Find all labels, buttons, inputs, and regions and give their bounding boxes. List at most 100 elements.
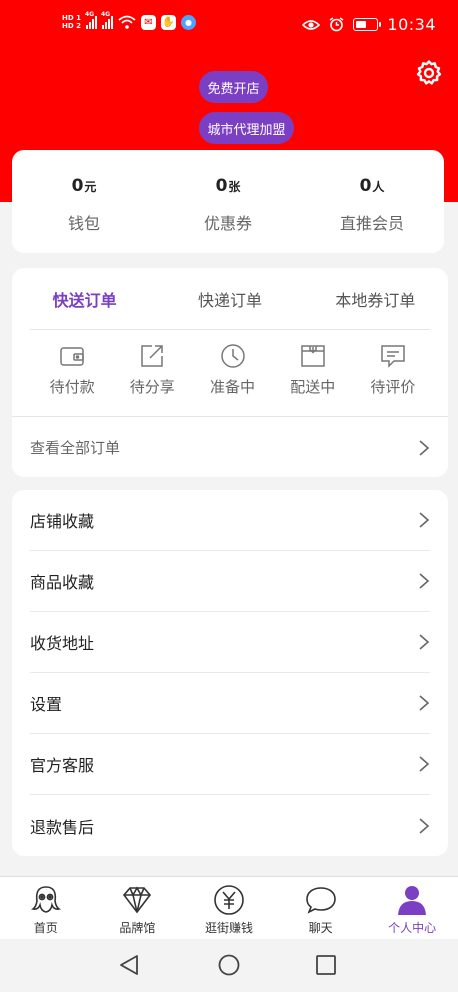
menu-item-label: 退款售后: [30, 817, 95, 837]
status-left: HD 1 HD 2 4G 4G ✉ ✋ ●: [62, 11, 196, 30]
tab-personal-center[interactable]: 个人中心: [366, 877, 458, 939]
hd1-label: HD 1: [62, 14, 81, 22]
status-label: 待评价: [370, 378, 416, 396]
tab-label: 个人中心: [388, 921, 437, 935]
tab-label: 聊天: [308, 921, 333, 935]
tab-courier-orders[interactable]: 快递订单: [157, 287, 302, 311]
chevron-right-icon: [419, 817, 430, 834]
clock-time: 10:34: [387, 15, 436, 34]
menu-card: 店铺收藏 商品收藏 收货地址 设置 官方客服 退款售后: [12, 490, 448, 856]
share-icon: [141, 345, 164, 367]
chevron-right-icon: [419, 756, 430, 772]
chevron-right-icon: [419, 634, 430, 650]
wifi-icon: [118, 15, 136, 29]
octopus-icon: [30, 886, 61, 913]
menu-item-shop-favorites[interactable]: 店铺收藏: [30, 490, 430, 551]
user-icon: [398, 886, 427, 915]
menu-item-label: 官方客服: [30, 756, 95, 775]
members-value: 0: [359, 176, 372, 196]
back-icon[interactable]: [117, 953, 141, 977]
eye-icon: [302, 19, 321, 30]
recents-icon[interactable]: [314, 953, 338, 977]
battery-icon: [353, 18, 382, 31]
alarm-icon: [329, 17, 344, 32]
status-label: 待付款: [49, 378, 95, 396]
status-pending-payment[interactable]: 待付款: [32, 342, 112, 397]
coupon-label: 优惠券: [203, 214, 252, 233]
status-label: 准备中: [210, 378, 256, 396]
menu-item-shipping-address[interactable]: 收货地址: [30, 612, 430, 673]
view-all-orders-label: 查看全部订单: [30, 439, 121, 457]
system-nav-bar: [0, 939, 458, 992]
tab-chat[interactable]: 聊天: [275, 877, 367, 939]
4g-label-2: 4G: [100, 11, 111, 18]
tab-shop-earn[interactable]: 逛街赚钱: [183, 877, 275, 939]
tab-label: 首页: [33, 921, 58, 935]
signal-icon-2: 4G: [101, 11, 113, 29]
browser-icon: ●: [180, 14, 196, 30]
city-agent-button[interactable]: 城市代理加盟: [199, 112, 294, 144]
members-label: 直推会员: [339, 214, 404, 233]
stats-card: 0元 钱包 0张 优惠券 0人 直推会员: [12, 150, 444, 253]
wallet-unit: 元: [84, 180, 97, 194]
status-pending-review[interactable]: 待评价: [353, 342, 433, 397]
status-label: 配送中: [290, 378, 336, 396]
status-right: 10:34: [302, 15, 436, 34]
coupon-stat[interactable]: 0张 优惠券: [156, 150, 300, 253]
menu-item-refund-after-sales[interactable]: 退款售后: [30, 795, 430, 856]
orders-card: 快送订单 快递订单 本地券订单 待付款 待分享 准备中 配送中 待评价 查看全部…: [12, 268, 448, 477]
coupon-unit: 张: [228, 180, 241, 194]
hd-indicator: HD 1 HD 2: [62, 14, 81, 30]
members-unit: 人: [372, 180, 385, 194]
menu-item-label: 商品收藏: [30, 573, 95, 592]
wallet-value: 0: [71, 176, 84, 196]
open-shop-button[interactable]: 免费开店: [199, 71, 268, 103]
gear-icon[interactable]: [415, 59, 443, 87]
tab-label: 逛街赚钱: [204, 921, 253, 935]
menu-item-product-favorites[interactable]: 商品收藏: [30, 551, 430, 612]
wallet-stat[interactable]: 0元 钱包: [12, 150, 156, 253]
home-icon[interactable]: [217, 953, 241, 977]
status-bar: HD 1 HD 2 4G 4G ✉ ✋ ● 10:34: [0, 0, 458, 58]
order-tabs: 快送订单 快递订单 本地券订单: [12, 268, 448, 330]
status-pending-share[interactable]: 待分享: [112, 342, 192, 397]
comment-icon: [381, 345, 405, 368]
divider: [12, 416, 448, 417]
clock-icon: [220, 344, 245, 368]
profile-page: HD 1 HD 2 4G 4G ✉ ✋ ● 10:34 免费开店 城市代理加盟 …: [0, 0, 458, 992]
menu-item-label: 店铺收藏: [30, 512, 95, 531]
diamond-icon: [123, 886, 152, 914]
status-label: 待分享: [129, 378, 175, 396]
status-preparing[interactable]: 准备中: [192, 342, 272, 397]
menu-item-settings[interactable]: 设置: [30, 673, 430, 734]
bottom-tab-bar: 首页 品牌馆 逛街赚钱 聊天 个人中心: [0, 876, 458, 939]
mail-icon: ✉: [140, 14, 156, 30]
4g-label: 4G: [84, 11, 95, 18]
menu-item-label: 设置: [30, 695, 63, 714]
tab-local-coupon-orders[interactable]: 本地券订单: [303, 287, 448, 311]
tab-brand-hall[interactable]: 品牌馆: [92, 877, 184, 939]
status-delivering[interactable]: 配送中: [273, 342, 353, 397]
view-all-orders-row[interactable]: 查看全部订单: [12, 418, 448, 477]
chat-bubble-icon: [305, 887, 336, 914]
chevron-right-icon: [419, 695, 430, 711]
members-stat[interactable]: 0人 直推会员: [300, 150, 444, 253]
box-icon: [300, 345, 325, 367]
tab-label: 品牌馆: [119, 921, 156, 935]
signal-icon: 4G: [85, 11, 97, 29]
wallet-label: 钱包: [67, 214, 100, 233]
tab-express-delivery-orders[interactable]: 快送订单: [12, 287, 157, 311]
wallet-icon: [60, 347, 84, 366]
app-icon: ✋: [160, 14, 176, 30]
chevron-right-icon: [419, 439, 430, 456]
menu-item-customer-service[interactable]: 官方客服: [30, 734, 430, 795]
divider: [30, 329, 430, 330]
order-status-row: 待付款 待分享 准备中 配送中 待评价: [12, 342, 448, 397]
tab-home[interactable]: 首页: [0, 877, 92, 939]
menu-item-label: 收货地址: [30, 634, 95, 653]
yen-coin-icon: [214, 885, 244, 915]
chevron-right-icon: [419, 573, 430, 589]
coupon-value: 0: [215, 176, 228, 196]
chevron-right-icon: [419, 512, 430, 528]
hd2-label: HD 2: [62, 22, 81, 30]
